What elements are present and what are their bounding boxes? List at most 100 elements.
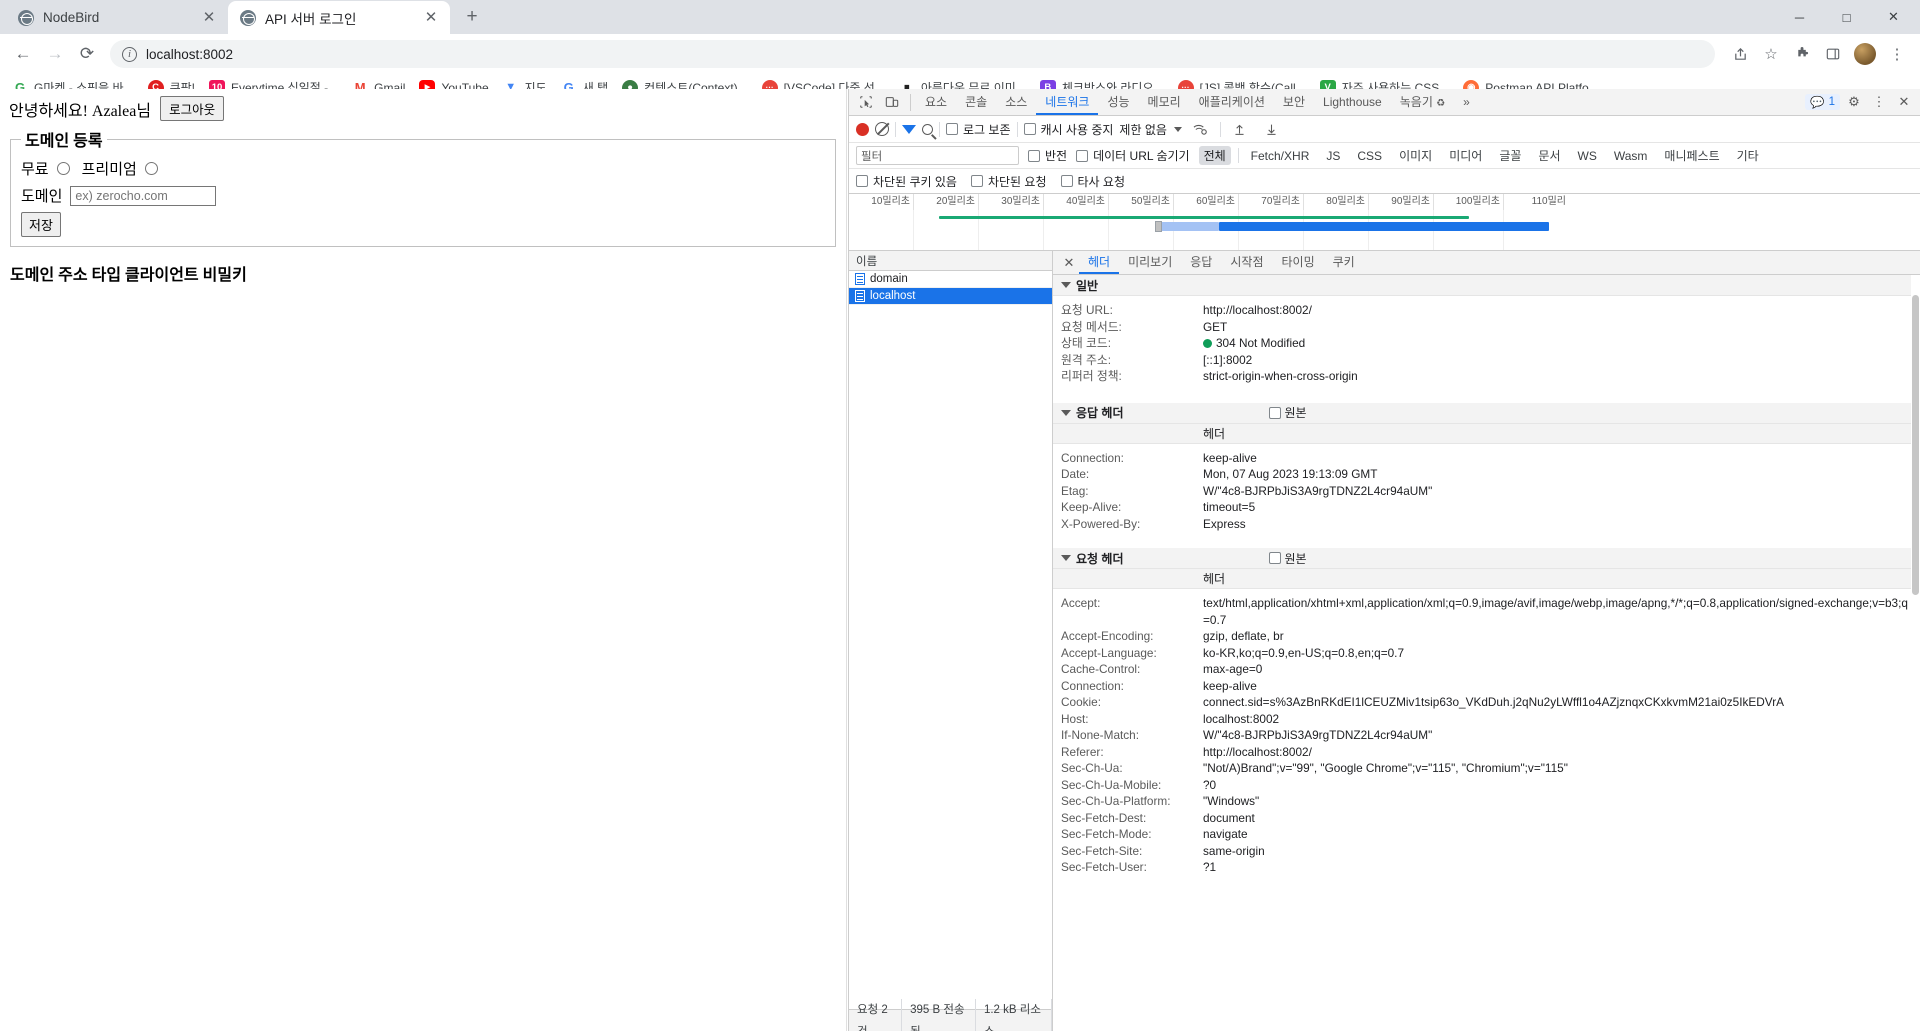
bookmark-star-icon[interactable]: ☆: [1756, 39, 1786, 69]
side-panel-icon[interactable]: [1818, 39, 1848, 69]
chip-font[interactable]: 글꼴: [1494, 146, 1526, 165]
clear-icon[interactable]: [875, 122, 889, 136]
avatar[interactable]: [1854, 43, 1876, 65]
tab-recorder[interactable]: 녹음기 ♻: [1391, 89, 1454, 115]
column-header-name[interactable]: 이름: [849, 251, 1052, 271]
logout-button[interactable]: 로그아웃: [160, 96, 225, 121]
minimize-button[interactable]: ─: [1777, 1, 1822, 33]
close-icon[interactable]: ✕: [200, 9, 218, 27]
browser-toolbar: ← → ⟳ i localhost:8002 ☆ ⋮: [0, 34, 1920, 74]
close-detail-icon[interactable]: ✕: [1059, 253, 1079, 273]
free-radio[interactable]: [56, 162, 70, 175]
detail-tab-preview[interactable]: 미리보기: [1119, 251, 1181, 274]
devtools-more-icon[interactable]: ⋮: [1868, 91, 1890, 113]
share-icon[interactable]: [1725, 39, 1755, 69]
search-icon[interactable]: [922, 123, 933, 135]
reload-icon[interactable]: ⟳: [72, 39, 102, 69]
detail-tab-initiator[interactable]: 시작점: [1221, 251, 1272, 274]
chip-css[interactable]: CSS: [1352, 148, 1387, 164]
request-row-domain[interactable]: domain: [849, 271, 1052, 288]
gear-icon[interactable]: ⚙: [1843, 91, 1865, 113]
inspect-element-icon[interactable]: [853, 90, 879, 114]
blocked-requests-checkbox[interactable]: 차단된 요청: [970, 173, 1047, 190]
device-toolbar-icon[interactable]: [879, 90, 905, 114]
tab-elements[interactable]: 요소: [916, 89, 956, 115]
tab-lighthouse[interactable]: Lighthouse: [1314, 89, 1391, 115]
third-party-checkbox[interactable]: 타사 요청: [1060, 173, 1126, 190]
scrollbar-thumb[interactable]: [1912, 295, 1919, 595]
chip-js[interactable]: JS: [1321, 148, 1345, 164]
row-key: Host:: [1061, 711, 1089, 726]
detail-tab-cookies[interactable]: 쿠키: [1324, 251, 1364, 274]
record-button[interactable]: [856, 122, 869, 136]
new-tab-button[interactable]: +: [458, 3, 486, 31]
throttle-dropdown[interactable]: 제한 없음: [1119, 121, 1182, 138]
row-value: [::1]:8002: [1203, 352, 1253, 367]
raw-toggle[interactable]: 원본: [1268, 550, 1307, 567]
filter-input[interactable]: 필터: [856, 146, 1019, 165]
export-har-icon[interactable]: [1259, 117, 1285, 141]
import-har-icon[interactable]: [1227, 117, 1253, 141]
forward-icon[interactable]: →: [40, 39, 70, 69]
request-name: localhost: [870, 290, 916, 302]
more-tabs-icon[interactable]: »: [1454, 89, 1479, 115]
tab-application[interactable]: 애플리케이션: [1190, 89, 1274, 115]
raw-label: 원본: [1284, 551, 1307, 566]
document-icon: [855, 273, 865, 285]
site-info-icon[interactable]: i: [122, 46, 137, 62]
network-overview[interactable]: 10밀리초 20밀리초 30밀리초 40밀리초 50밀리초 60밀리초 70밀리…: [849, 194, 1920, 251]
chrome-menu-icon[interactable]: ⋮: [1882, 39, 1912, 69]
maximize-button[interactable]: □: [1824, 1, 1869, 33]
premium-radio[interactable]: [144, 162, 158, 175]
tab-nodebird[interactable]: NodeBird ✕: [6, 1, 228, 34]
request-header-row: Referer: http://localhost:8002/: [1053, 744, 1920, 761]
tab-performance[interactable]: 성능: [1098, 89, 1138, 115]
overview-bar-blue: [1219, 222, 1549, 231]
tab-api-server-login[interactable]: API 서버 로그인 ✕: [228, 1, 450, 34]
close-icon[interactable]: ✕: [422, 9, 440, 27]
chip-media[interactable]: 미디어: [1444, 146, 1487, 165]
address-bar[interactable]: i localhost:8002: [110, 40, 1715, 68]
tab-security[interactable]: 보안: [1274, 89, 1314, 115]
chip-image[interactable]: 이미지: [1394, 146, 1437, 165]
detail-scrollbar[interactable]: [1911, 275, 1920, 1031]
blocked-cookies-checkbox[interactable]: 차단된 쿠키 있음: [856, 173, 957, 190]
extensions-puzzle-icon[interactable]: [1787, 39, 1817, 69]
chip-all[interactable]: 전체: [1198, 146, 1231, 165]
detail-tab-timing[interactable]: 타이밍: [1272, 251, 1323, 274]
tab-sources[interactable]: 소스: [996, 89, 1036, 115]
tab-console[interactable]: 콘솔: [956, 89, 996, 115]
close-window-button[interactable]: ✕: [1871, 1, 1916, 33]
domain-input[interactable]: [70, 185, 217, 206]
tab-network[interactable]: 네트워크: [1036, 89, 1098, 115]
chip-manifest[interactable]: 매니페스트: [1659, 146, 1724, 165]
detail-tab-response[interactable]: 응답: [1181, 251, 1221, 274]
request-name: domain: [870, 273, 908, 285]
message-badge[interactable]: 💬 1: [1805, 94, 1840, 110]
invert-checkbox[interactable]: 반전: [1028, 147, 1067, 164]
throttle-value: 제한 없음: [1119, 122, 1167, 137]
filter-funnel-icon[interactable]: [902, 124, 916, 134]
hide-data-urls-checkbox[interactable]: 데이터 URL 숨기기: [1076, 147, 1190, 164]
third-party-label: 타사 요청: [1077, 174, 1126, 189]
tab-memory[interactable]: 메모리: [1139, 89, 1190, 115]
request-row-localhost[interactable]: localhost: [849, 288, 1052, 305]
section-general[interactable]: 일반: [1053, 275, 1920, 296]
chip-fetch-xhr[interactable]: Fetch/XHR: [1246, 148, 1315, 164]
disable-cache-checkbox[interactable]: 캐시 사용 중지: [1023, 121, 1113, 138]
divider: [1237, 148, 1239, 163]
save-button[interactable]: 저장: [21, 212, 61, 237]
chip-doc[interactable]: 문서: [1533, 146, 1565, 165]
back-icon[interactable]: ←: [8, 39, 38, 69]
network-conditions-icon[interactable]: [1188, 117, 1214, 141]
raw-toggle[interactable]: 원본: [1268, 404, 1307, 421]
detail-tab-headers[interactable]: 헤더: [1079, 251, 1119, 274]
chip-ws[interactable]: WS: [1573, 148, 1602, 164]
section-request-headers[interactable]: 요청 헤더 원본: [1053, 548, 1920, 569]
chip-wasm[interactable]: Wasm: [1609, 148, 1653, 164]
close-devtools-icon[interactable]: ✕: [1893, 91, 1915, 113]
chip-other[interactable]: 기타: [1732, 146, 1764, 165]
row-value: GET: [1203, 319, 1228, 334]
preserve-log-checkbox[interactable]: 로그 보존: [946, 121, 1011, 138]
section-response-headers[interactable]: 응답 헤더 원본: [1053, 402, 1920, 424]
